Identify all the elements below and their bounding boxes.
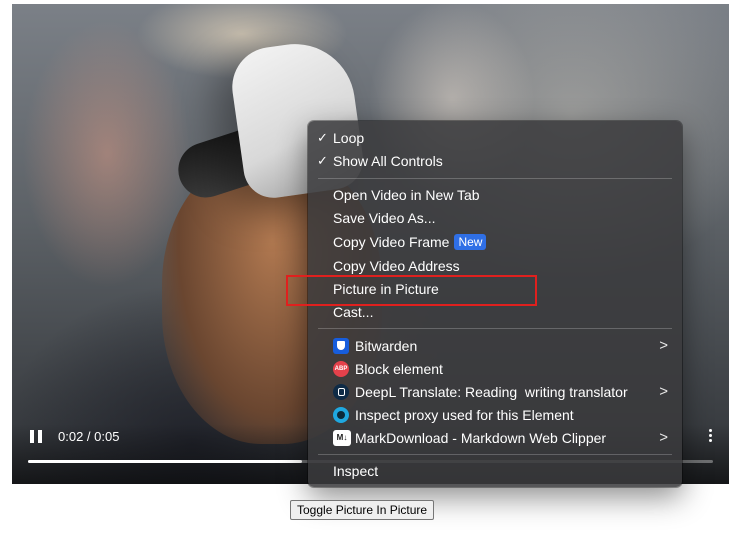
bitwarden-icon xyxy=(333,338,349,354)
pause-icon[interactable] xyxy=(30,430,42,443)
menu-item-label: Cast... xyxy=(333,304,374,320)
menu-item-picture-in-picture[interactable]: Picture in Picture xyxy=(308,278,682,300)
menu-item-label: Loop xyxy=(333,130,365,146)
menu-item-label: Bitwarden xyxy=(355,338,418,354)
toggle-picture-in-picture-button[interactable]: Toggle Picture In Picture xyxy=(290,500,435,520)
menu-item-label: Save Video As... xyxy=(333,210,436,226)
new-badge: New xyxy=(454,234,487,250)
menu-item-label: Copy Video Frame xyxy=(333,234,450,250)
menu-item-copy-video-frame[interactable]: Copy Video Frame New xyxy=(308,231,682,253)
menu-item-label: Inspect xyxy=(333,463,379,479)
menu-item-markdownload[interactable]: M↓ MarkDownload - Markdown Web Clipper > xyxy=(308,427,682,449)
video-time: 0:02 / 0:05 xyxy=(58,429,120,444)
menu-item-copy-video-address[interactable]: Copy Video Address xyxy=(308,255,682,277)
menu-item-label: Show All Controls xyxy=(333,153,443,169)
context-menu: ✓ Loop ✓ Show All Controls Open Video in… xyxy=(308,121,682,487)
markdown-icon: M↓ xyxy=(333,430,351,446)
menu-separator xyxy=(318,178,672,179)
chevron-right-icon: > xyxy=(659,337,668,354)
proxy-icon xyxy=(333,407,349,423)
menu-item-inspect[interactable]: Inspect xyxy=(308,460,682,482)
menu-item-cast[interactable]: Cast... xyxy=(308,301,682,323)
video-progress-fill xyxy=(28,460,302,463)
menu-item-label: Block element xyxy=(355,361,443,377)
checkmark-icon: ✓ xyxy=(317,153,328,168)
menu-item-label: DeepL Translate: Reading writing transla… xyxy=(355,384,628,400)
menu-item-deepl-translate[interactable]: DeepL Translate: Reading writing transla… xyxy=(308,381,682,403)
chevron-right-icon: > xyxy=(659,383,668,400)
menu-item-label: Open Video in New Tab xyxy=(333,187,480,203)
menu-separator xyxy=(318,328,672,329)
menu-item-bitwarden[interactable]: Bitwarden > xyxy=(308,335,682,357)
menu-item-open-video-new-tab[interactable]: Open Video in New Tab xyxy=(308,184,682,206)
deepl-icon xyxy=(333,384,349,400)
menu-item-label: Copy Video Address xyxy=(333,258,460,274)
menu-item-show-all-controls[interactable]: ✓ Show All Controls xyxy=(308,150,682,172)
adblock-plus-icon: ABP xyxy=(333,361,349,377)
menu-item-block-element[interactable]: ABP Block element xyxy=(308,358,682,380)
menu-item-inspect-proxy[interactable]: Inspect proxy used for this Element xyxy=(308,404,682,426)
menu-separator xyxy=(318,454,672,455)
menu-item-label: Picture in Picture xyxy=(333,281,439,297)
menu-item-label: MarkDownload - Markdown Web Clipper xyxy=(355,430,607,446)
checkmark-icon: ✓ xyxy=(317,130,328,145)
chevron-right-icon: > xyxy=(659,429,668,446)
menu-item-save-video-as[interactable]: Save Video As... xyxy=(308,207,682,229)
menu-item-label: Inspect proxy used for this Element xyxy=(355,407,574,423)
menu-item-loop[interactable]: ✓ Loop xyxy=(308,127,682,149)
more-vertical-icon[interactable] xyxy=(709,429,713,443)
